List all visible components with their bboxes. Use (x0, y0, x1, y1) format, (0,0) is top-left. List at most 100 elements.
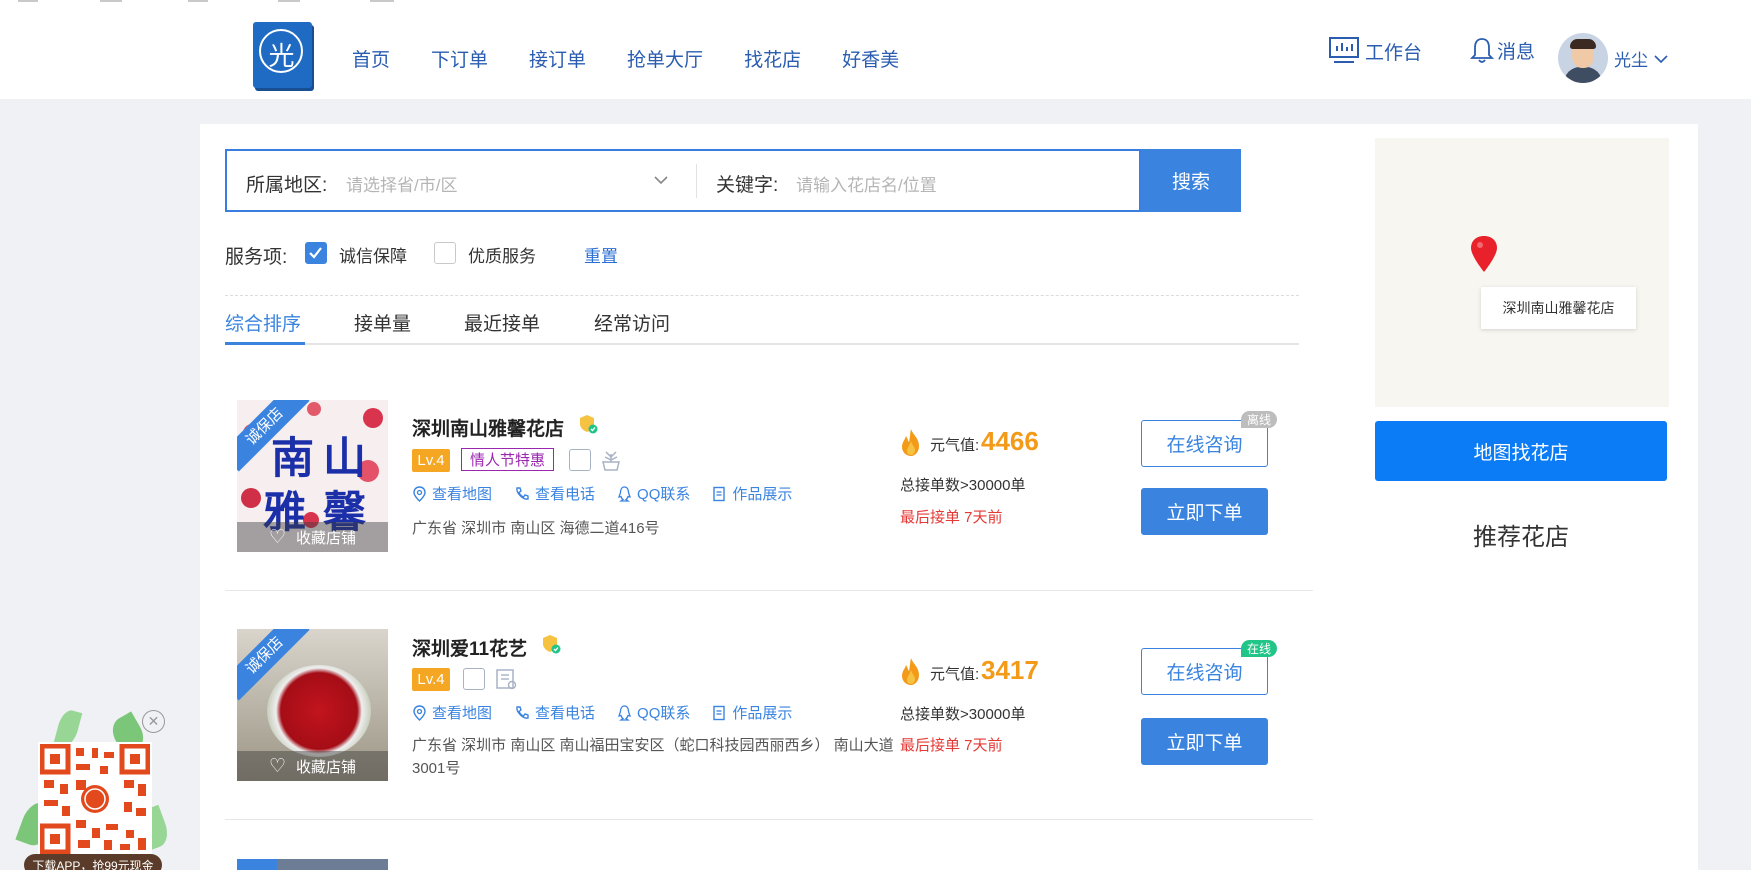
favorite-shop-button[interactable]: ♡ 收藏店铺 (237, 522, 388, 552)
workbench-label: 工作台 (1365, 42, 1423, 64)
workbench-link[interactable]: 工作台 (1328, 36, 1422, 66)
level-badge: Lv.4 (412, 449, 450, 472)
integrity-label[interactable]: 诚信保障 (339, 242, 407, 267)
logo-glyph: 光 (268, 42, 295, 72)
nav-item-haoxiangmei[interactable]: 好香美 (842, 45, 899, 72)
qr-code (38, 742, 152, 856)
qi-value: 3417 (981, 655, 1039, 685)
document-icon (713, 486, 726, 501)
tab-frequent-visit[interactable]: 经常访问 (594, 309, 670, 336)
heart-icon: ♡ (268, 755, 287, 777)
qq-icon (618, 704, 632, 721)
favorite-shop-button[interactable]: ♡ 收藏店铺 (237, 751, 388, 781)
shop-image-text: 南 (271, 434, 314, 484)
nav-item-accept-order[interactable]: 接订单 (529, 45, 586, 72)
user-menu[interactable]: 光尘 (1614, 46, 1668, 71)
favorite-label: 收藏店铺 (296, 758, 357, 776)
shield-badge-icon (543, 635, 561, 654)
tab-order-count[interactable]: 接单量 (354, 309, 411, 336)
nav-item-place-order[interactable]: 下订单 (431, 45, 488, 72)
qq-contact-link[interactable]: QQ联系 (617, 702, 690, 723)
shop-address: 广东省 深圳市 南山区 海德二道416号 (412, 520, 660, 537)
nav-item-find-shop[interactable]: 找花店 (744, 45, 801, 72)
keyword-label: 关键字: (716, 175, 779, 196)
app-download-text: 下载APP，抢99元现金 (24, 854, 162, 870)
order-now-button[interactable]: 立即下单 (1141, 488, 1268, 535)
top-header: 光 首页 下订单 接订单 抢单大厅 找花店 好香美 工作台 消息 光尘 (0, 0, 1751, 99)
site-logo[interactable]: 光 (253, 22, 312, 88)
region-label: 所属地区: (246, 175, 328, 196)
shop-thumbnail[interactable]: 南 山 雅 馨 诚保店 ♡ 收藏店铺 (237, 400, 388, 552)
shop-thumbnail[interactable]: 诚保店 ♡ 收藏店铺 (237, 629, 388, 781)
divider (225, 295, 1299, 296)
map-pin-icon[interactable] (1469, 235, 1499, 273)
search-button[interactable]: 搜索 (1141, 149, 1241, 212)
qq-icon (618, 485, 632, 502)
quality-checkbox[interactable] (434, 242, 456, 264)
chevron-down-icon[interactable] (653, 174, 669, 186)
map-shop-label: 深圳南山雅馨花店 (1481, 287, 1636, 329)
messages-link[interactable]: 消息 (1470, 36, 1535, 64)
view-phone-link[interactable]: 查看电话 (514, 483, 595, 504)
portfolio-link[interactable]: 作品展示 (712, 483, 792, 504)
map-find-shop-button[interactable]: 地图找花店 (1375, 421, 1667, 481)
reset-link[interactable]: 重置 (584, 242, 618, 267)
last-order: 最后接单 7天前 (900, 509, 1003, 526)
order-now-button[interactable]: 立即下单 (1141, 718, 1268, 765)
integrity-checkbox[interactable] (305, 242, 327, 264)
phone-icon (516, 705, 529, 719)
shop-name[interactable]: 深圳南山雅馨花店 (412, 414, 564, 441)
region-select[interactable]: 请选择省/市/区 (346, 171, 457, 196)
tab-recent-order[interactable]: 最近接单 (464, 309, 540, 336)
recommended-shops-title: 推荐花店 (1473, 524, 1569, 551)
fire-icon (902, 429, 919, 456)
qi-label: 元气值: (930, 437, 980, 454)
phone-icon (516, 486, 529, 500)
shop-links: 查看地图 查看电话 QQ联系 作品展示 (412, 483, 814, 504)
promo-tag: 情人节特惠 (461, 448, 555, 471)
shop-links: 查看地图 查看电话 QQ联系 作品展示 (412, 702, 814, 723)
shop-thumbnail[interactable] (237, 859, 388, 870)
status-badge: 离线 (1241, 411, 1278, 428)
level-badge: Lv.4 (412, 668, 450, 691)
quality-label[interactable]: 优质服务 (468, 242, 536, 267)
shop-card[interactable]: 南 山 雅 馨 诚保店 ♡ 收藏店铺 深圳南山雅馨花店 Lv.4 情人节特惠 查… (225, 362, 1313, 591)
last-order: 最后接单 7天前 (900, 737, 1003, 754)
user-avatar[interactable] (1558, 33, 1608, 83)
qi-value: 4466 (981, 426, 1039, 456)
keyword-input[interactable]: 请输入花店名/位置 (796, 171, 1126, 195)
total-orders: 总接单数>30000单 (900, 706, 1026, 723)
messages-label: 消息 (1497, 41, 1536, 63)
main-nav: 首页 下订单 接订单 抢单大厅 找花店 好香美 (352, 45, 940, 72)
nav-item-home[interactable]: 首页 (352, 45, 390, 72)
view-map-link[interactable]: 查看地图 (412, 483, 492, 504)
view-map-link[interactable]: 查看地图 (412, 702, 492, 723)
monitor-icon (1329, 37, 1359, 63)
shield-badge-icon (580, 415, 598, 434)
username-label: 光尘 (1614, 51, 1648, 70)
calendar-icon (569, 449, 591, 471)
shop-name[interactable]: 深圳爱11花艺 (412, 634, 527, 661)
fire-icon (902, 658, 919, 685)
top-strip (0, 0, 1751, 4)
heart-icon: ♡ (268, 526, 287, 548)
shop-map[interactable] (1375, 138, 1669, 407)
portfolio-link[interactable]: 作品展示 (712, 702, 792, 723)
status-badge: 在线 (1241, 640, 1278, 657)
view-phone-link[interactable]: 查看电话 (514, 702, 595, 723)
nav-item-order-hall[interactable]: 抢单大厅 (627, 45, 703, 72)
app-download-promo[interactable]: 下载APP，抢99元现金 (15, 708, 173, 870)
active-tab-indicator (225, 342, 305, 345)
qq-contact-link[interactable]: QQ联系 (617, 483, 690, 504)
favorite-label: 收藏店铺 (296, 529, 357, 547)
calendar-icon (463, 668, 485, 690)
shop-card[interactable]: 诚保店 ♡ 收藏店铺 深圳爱11花艺 Lv.4 查看地图 查看电话 QQ联系 作… (225, 591, 1313, 820)
tab-divider (225, 343, 1299, 345)
check-icon (309, 247, 322, 259)
close-icon[interactable]: ✕ (142, 710, 165, 733)
document-icon (713, 705, 726, 720)
tab-overall[interactable]: 综合排序 (225, 309, 301, 336)
divider (696, 164, 697, 198)
qi-label: 元气值: (930, 666, 980, 683)
certificate-icon (496, 669, 517, 690)
